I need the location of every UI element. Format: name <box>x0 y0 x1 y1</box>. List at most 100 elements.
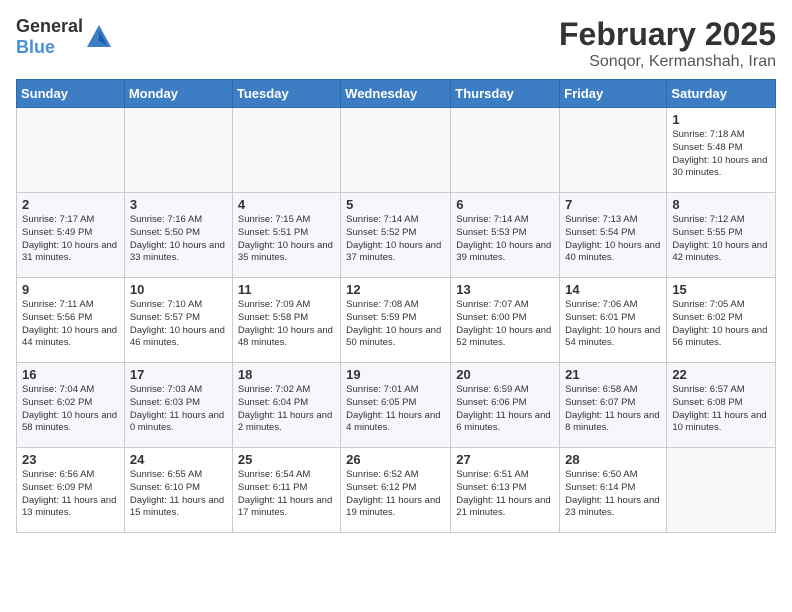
weekday-header-friday: Friday <box>560 80 667 108</box>
day-info: Sunrise: 7:05 AM Sunset: 6:02 PM Dayligh… <box>672 299 770 350</box>
day-number: 21 <box>565 367 661 382</box>
calendar-cell <box>232 108 340 193</box>
calendar-cell: 5Sunrise: 7:14 AM Sunset: 5:52 PM Daylig… <box>341 193 451 278</box>
calendar-cell <box>341 108 451 193</box>
calendar-cell: 6 Sunrise: 7:14 AM Sunset: 5:53 PM Daylig… <box>451 193 560 278</box>
day-info: Sunrise: 6:55 AM Sunset: 6:10 PM Dayligh… <box>130 469 227 520</box>
logo-blue: Blue <box>16 37 55 57</box>
calendar-cell: 18Sunrise: 7:02 AM Sunset: 6:04 PM Dayli… <box>232 363 340 448</box>
calendar-header: SundayMondayTuesdayWednesdayThursdayFrid… <box>17 80 776 108</box>
weekday-header-monday: Monday <box>124 80 232 108</box>
logo-wordmark: General Blue <box>16 16 83 58</box>
day-info: Sunrise: 6:57 AM Sunset: 6:08 PM Dayligh… <box>672 384 770 435</box>
logo-icon <box>85 23 113 51</box>
calendar-cell: 21 Sunrise: 6:58 AM Sunset: 6:07 PM Dayli… <box>560 363 667 448</box>
day-info: Sunrise: 7:13 AM Sunset: 5:54 PM Dayligh… <box>565 214 661 265</box>
calendar-cell: 9 Sunrise: 7:11 AM Sunset: 5:56 PM Daylig… <box>17 278 125 363</box>
day-info: Sunrise: 7:01 AM Sunset: 6:05 PM Dayligh… <box>346 384 445 435</box>
calendar-week-4: 16 Sunrise: 7:04 AM Sunset: 6:02 PM Dayli… <box>17 363 776 448</box>
calendar-cell: 4 Sunrise: 7:15 AM Sunset: 5:51 PM Daylig… <box>232 193 340 278</box>
day-info: Sunrise: 7:11 AM Sunset: 5:56 PM Dayligh… <box>22 299 119 350</box>
calendar-cell: 19 Sunrise: 7:01 AM Sunset: 6:05 PM Dayli… <box>341 363 451 448</box>
calendar-cell <box>667 448 776 533</box>
day-info: Sunrise: 7:09 AM Sunset: 5:58 PM Dayligh… <box>238 299 335 350</box>
day-number: 4 <box>238 197 335 212</box>
weekday-row: SundayMondayTuesdayWednesdayThursdayFrid… <box>17 80 776 108</box>
day-number: 25 <box>238 452 335 467</box>
day-info: Sunrise: 7:06 AM Sunset: 6:01 PM Dayligh… <box>565 299 661 350</box>
calendar-cell: 20 Sunrise: 6:59 AM Sunset: 6:06 PM Dayli… <box>451 363 560 448</box>
day-number: 1 <box>672 112 770 127</box>
calendar-week-5: 23 Sunrise: 6:56 AM Sunset: 6:09 PM Dayli… <box>17 448 776 533</box>
calendar-cell: 16 Sunrise: 7:04 AM Sunset: 6:02 PM Dayli… <box>17 363 125 448</box>
day-number: 27 <box>456 452 554 467</box>
day-number: 7 <box>565 197 661 212</box>
month-title: February 2025 <box>559 16 776 53</box>
day-number: 9 <box>22 282 119 297</box>
day-info: Sunrise: 7:12 AM Sunset: 5:55 PM Dayligh… <box>672 214 770 265</box>
calendar-cell: 23 Sunrise: 6:56 AM Sunset: 6:09 PM Dayli… <box>17 448 125 533</box>
day-info: Sunrise: 6:54 AM Sunset: 6:11 PM Dayligh… <box>238 469 335 520</box>
calendar-cell <box>17 108 125 193</box>
calendar-cell <box>124 108 232 193</box>
day-number: 19 <box>346 367 445 382</box>
day-number: 28 <box>565 452 661 467</box>
weekday-header-wednesday: Wednesday <box>341 80 451 108</box>
calendar-cell: 22 Sunrise: 6:57 AM Sunset: 6:08 PM Dayli… <box>667 363 776 448</box>
day-number: 12 <box>346 282 445 297</box>
day-info: Sunrise: 7:07 AM Sunset: 6:00 PM Dayligh… <box>456 299 554 350</box>
day-info: Sunrise: 7:16 AM Sunset: 5:50 PM Dayligh… <box>130 214 227 265</box>
day-number: 24 <box>130 452 227 467</box>
day-info: Sunrise: 7:03 AM Sunset: 6:03 PM Dayligh… <box>130 384 227 435</box>
day-number: 23 <box>22 452 119 467</box>
day-info: Sunrise: 6:56 AM Sunset: 6:09 PM Dayligh… <box>22 469 119 520</box>
calendar-cell: 1Sunrise: 7:18 AM Sunset: 5:48 PM Daylig… <box>667 108 776 193</box>
day-number: 8 <box>672 197 770 212</box>
calendar-cell: 14 Sunrise: 7:06 AM Sunset: 6:01 PM Dayli… <box>560 278 667 363</box>
day-info: Sunrise: 7:17 AM Sunset: 5:49 PM Dayligh… <box>22 214 119 265</box>
day-number: 22 <box>672 367 770 382</box>
day-info: Sunrise: 7:04 AM Sunset: 6:02 PM Dayligh… <box>22 384 119 435</box>
day-info: Sunrise: 7:10 AM Sunset: 5:57 PM Dayligh… <box>130 299 227 350</box>
day-info: Sunrise: 6:58 AM Sunset: 6:07 PM Dayligh… <box>565 384 661 435</box>
calendar-table: SundayMondayTuesdayWednesdayThursdayFrid… <box>16 79 776 533</box>
day-number: 26 <box>346 452 445 467</box>
calendar-cell: 27 Sunrise: 6:51 AM Sunset: 6:13 PM Dayli… <box>451 448 560 533</box>
calendar-week-1: 1Sunrise: 7:18 AM Sunset: 5:48 PM Daylig… <box>17 108 776 193</box>
logo-general: General <box>16 16 83 36</box>
day-number: 10 <box>130 282 227 297</box>
calendar-cell: 8 Sunrise: 7:12 AM Sunset: 5:55 PM Daylig… <box>667 193 776 278</box>
day-number: 15 <box>672 282 770 297</box>
day-number: 20 <box>456 367 554 382</box>
day-number: 2 <box>22 197 119 212</box>
weekday-header-saturday: Saturday <box>667 80 776 108</box>
calendar-cell: 24 Sunrise: 6:55 AM Sunset: 6:10 PM Dayli… <box>124 448 232 533</box>
day-info: Sunrise: 7:15 AM Sunset: 5:51 PM Dayligh… <box>238 214 335 265</box>
day-info: Sunrise: 6:52 AM Sunset: 6:12 PM Dayligh… <box>346 469 445 520</box>
logo: General Blue <box>16 16 113 58</box>
day-number: 14 <box>565 282 661 297</box>
day-number: 6 <box>456 197 554 212</box>
weekday-header-sunday: Sunday <box>17 80 125 108</box>
calendar-cell: 7 Sunrise: 7:13 AM Sunset: 5:54 PM Daylig… <box>560 193 667 278</box>
calendar-cell: 3Sunrise: 7:16 AM Sunset: 5:50 PM Daylig… <box>124 193 232 278</box>
day-number: 16 <box>22 367 119 382</box>
calendar-cell: 13Sunrise: 7:07 AM Sunset: 6:00 PM Dayli… <box>451 278 560 363</box>
calendar-week-2: 2 Sunrise: 7:17 AM Sunset: 5:49 PM Daylig… <box>17 193 776 278</box>
title-block: February 2025 Sonqor, Kermanshah, Iran <box>559 16 776 71</box>
day-info: Sunrise: 6:50 AM Sunset: 6:14 PM Dayligh… <box>565 469 661 520</box>
calendar-cell: 10 Sunrise: 7:10 AM Sunset: 5:57 PM Dayli… <box>124 278 232 363</box>
calendar-cell: 26 Sunrise: 6:52 AM Sunset: 6:12 PM Dayli… <box>341 448 451 533</box>
day-info: Sunrise: 6:51 AM Sunset: 6:13 PM Dayligh… <box>456 469 554 520</box>
calendar-body: 1Sunrise: 7:18 AM Sunset: 5:48 PM Daylig… <box>17 108 776 533</box>
calendar-cell: 15 Sunrise: 7:05 AM Sunset: 6:02 PM Dayli… <box>667 278 776 363</box>
weekday-header-thursday: Thursday <box>451 80 560 108</box>
day-info: Sunrise: 7:02 AM Sunset: 6:04 PM Dayligh… <box>238 384 335 435</box>
calendar-cell: 11Sunrise: 7:09 AM Sunset: 5:58 PM Dayli… <box>232 278 340 363</box>
calendar-cell <box>451 108 560 193</box>
weekday-header-tuesday: Tuesday <box>232 80 340 108</box>
day-info: Sunrise: 7:14 AM Sunset: 5:53 PM Dayligh… <box>456 214 554 265</box>
day-info: Sunrise: 7:08 AM Sunset: 5:59 PM Dayligh… <box>346 299 445 350</box>
calendar-cell: 25 Sunrise: 6:54 AM Sunset: 6:11 PM Dayli… <box>232 448 340 533</box>
day-info: Sunrise: 6:59 AM Sunset: 6:06 PM Dayligh… <box>456 384 554 435</box>
